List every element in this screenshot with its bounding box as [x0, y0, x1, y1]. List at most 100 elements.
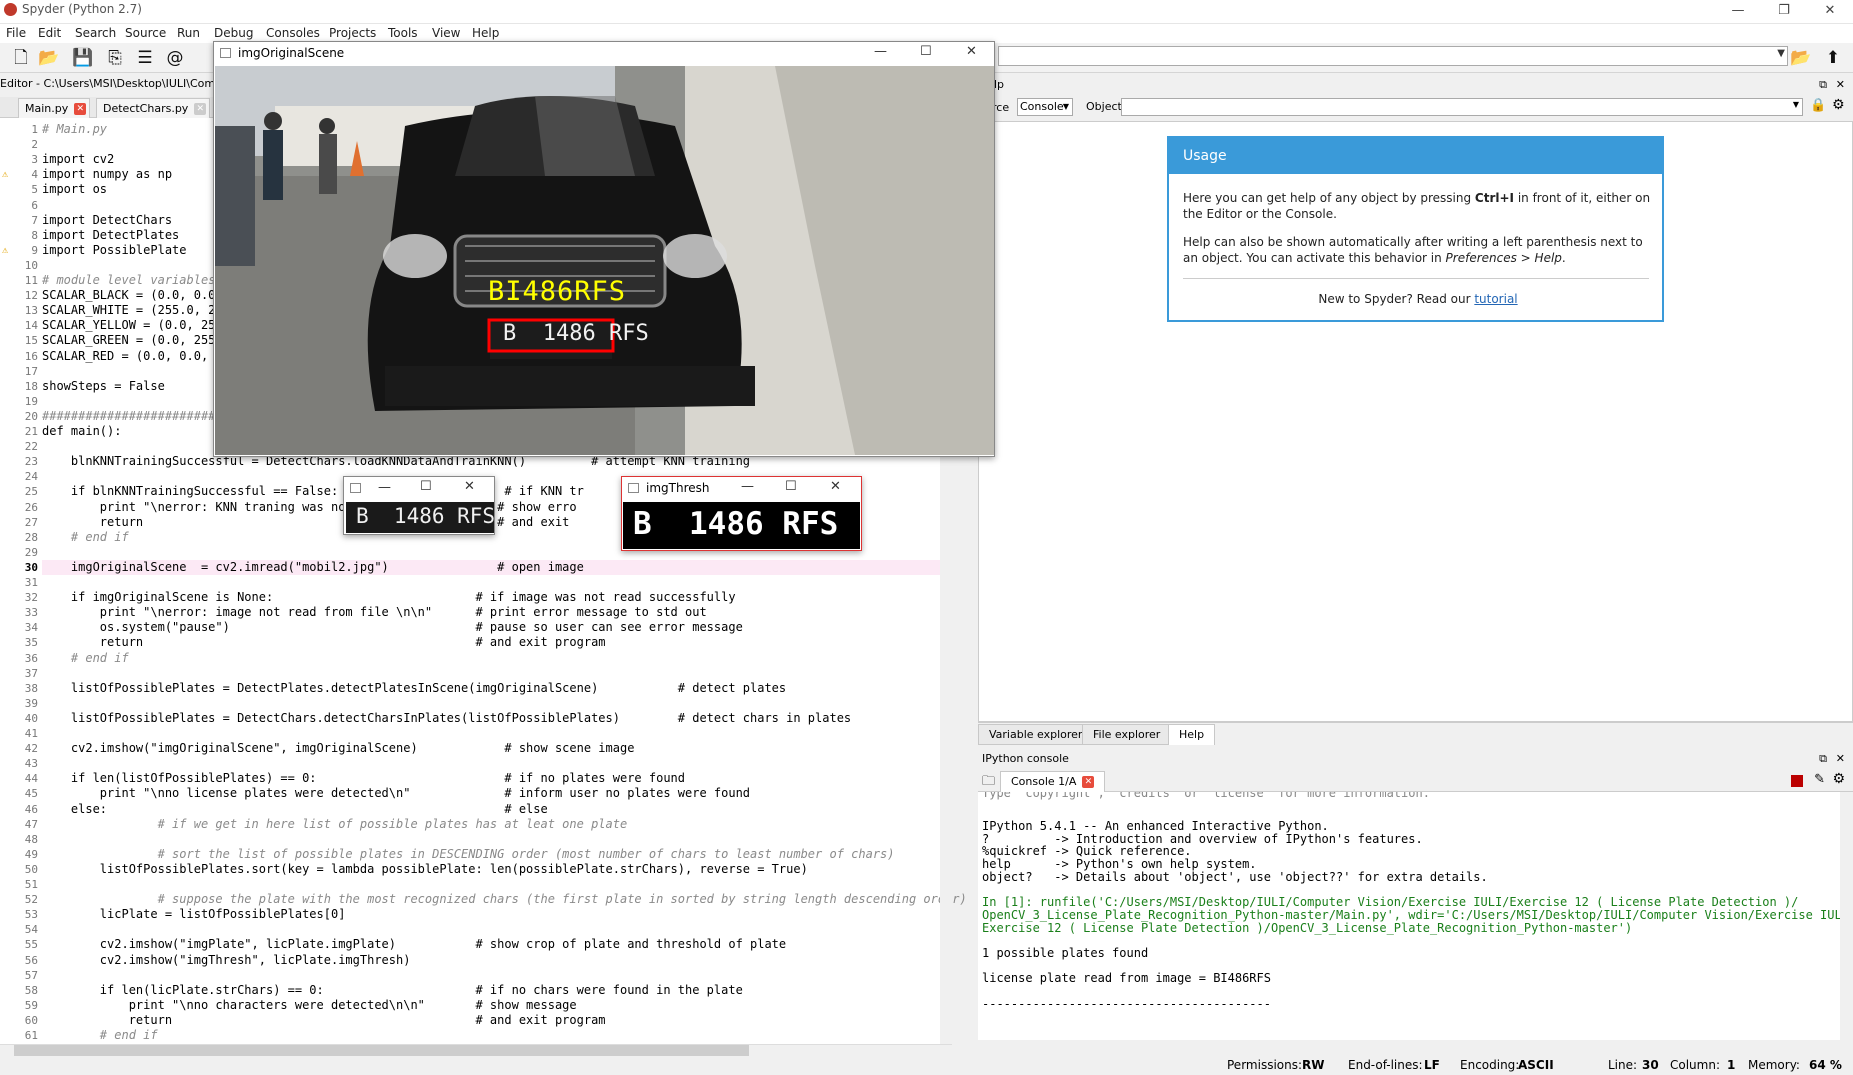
code-line: import numpy as np: [42, 167, 173, 182]
code-line: if blnKNNTrainingSuccessful == False: # …: [42, 484, 584, 499]
code-line: import os: [42, 182, 108, 197]
tab-label: DetectChars.py: [103, 102, 189, 115]
thresh-image-text: B 1486 RFS: [633, 506, 839, 542]
close-button[interactable]: ✕: [464, 479, 475, 494]
line-number: 24: [24, 470, 38, 484]
code-line: ###########################: [42, 408, 238, 423]
line-number: 53: [24, 908, 38, 922]
menu-consoles[interactable]: Consoles: [266, 26, 320, 40]
at-icon[interactable]: @: [164, 47, 186, 69]
lock-icon[interactable]: 🔒: [1810, 98, 1826, 113]
line-number: 27: [24, 515, 38, 529]
maximize-button[interactable]: ☐: [420, 479, 432, 494]
close-button[interactable]: ✕: [966, 44, 977, 59]
tab-file-explorer[interactable]: File explorer: [1082, 724, 1172, 745]
permissions-label: Permissions:: [1227, 1058, 1303, 1072]
gear-icon[interactable]: ⚙: [1832, 97, 1845, 113]
menu-debug[interactable]: Debug: [214, 26, 253, 40]
code-line: def main():: [42, 424, 122, 438]
console-pane-title: IPython console ⧉ ✕: [978, 750, 1853, 767]
folder-icon[interactable]: 🗀: [982, 772, 995, 794]
line-number: 32: [24, 591, 38, 605]
close-pane-icon[interactable]: ✕: [1836, 78, 1845, 91]
list-icon[interactable]: ☰: [134, 47, 156, 69]
window-title: imgThresh: [646, 481, 710, 495]
usage-title: Usage: [1169, 138, 1662, 174]
close-pane-icon[interactable]: ✕: [1836, 750, 1845, 767]
menu-search[interactable]: Search: [75, 26, 116, 40]
menu-projects[interactable]: Projects: [329, 26, 376, 40]
close-button[interactable]: ✕: [1807, 0, 1853, 24]
scrollbar-thumb[interactable]: [14, 1045, 749, 1056]
save-icon[interactable]: 💾: [72, 47, 94, 69]
minimize-button[interactable]: —: [874, 44, 887, 59]
minimize-button[interactable]: —: [1715, 0, 1761, 24]
close-tab-icon[interactable]: ✕: [194, 103, 207, 115]
gear-icon[interactable]: ⚙: [1832, 771, 1845, 787]
editor-pane-title: Editor - C:\Users\MSI\Desktop\IULI\Compu…: [0, 77, 213, 90]
console-scrollbar[interactable]: [1840, 792, 1853, 1040]
window-title-bar: — ☐ ✕: [344, 477, 494, 501]
source-select[interactable]: Console ▼: [1017, 98, 1073, 116]
line-number: 20: [24, 409, 38, 423]
ipython-console[interactable]: Type "copyright", "credits" or "license"…: [978, 792, 1840, 1040]
working-directory-combo[interactable]: ▼: [998, 46, 1788, 66]
warning-icon[interactable]: ⚠: [2, 167, 8, 182]
save-all-icon[interactable]: ⎘: [104, 47, 126, 69]
menu-run[interactable]: Run: [177, 26, 200, 40]
line-number: 21: [24, 425, 38, 438]
line-number: 59: [24, 998, 38, 1012]
code-line: SCALAR_BLACK = (0.0, 0.0,: [42, 288, 223, 303]
object-input[interactable]: ▼: [1121, 98, 1803, 116]
tutorial-link[interactable]: tutorial: [1474, 292, 1517, 306]
minimize-button[interactable]: —: [741, 479, 754, 494]
tab-main-py[interactable]: Main.py ✕: [18, 98, 90, 118]
console-cut-line: Type "copyright", "credits" or "license"…: [982, 792, 1430, 800]
permissions-value: RW: [1302, 1058, 1325, 1072]
eraser-icon[interactable]: ✎: [1814, 772, 1825, 787]
minimize-button[interactable]: —: [378, 480, 391, 495]
console-line: ----------------------------------------: [982, 996, 1271, 1011]
menu-edit[interactable]: Edit: [38, 26, 61, 40]
thresh-image: B 1486 RFS: [623, 502, 860, 549]
memory-label: Memory:: [1748, 1058, 1800, 1072]
img-thresh-window[interactable]: imgThresh — ☐ ✕ B 1486 RFS: [621, 476, 862, 551]
undock-icon[interactable]: ⧉: [1819, 78, 1827, 92]
img-original-scene-window[interactable]: imgOriginalScene — ☐ ✕ BI486RFS B 1486 R…: [213, 41, 995, 457]
close-tab-icon[interactable]: ✕: [1082, 776, 1095, 788]
close-button[interactable]: ✕: [830, 479, 841, 494]
open-file-icon[interactable]: 📂: [38, 47, 60, 69]
console-tab-label: Console 1/A: [1011, 775, 1077, 788]
code-line: imgOriginalScene = cv2.imread("mobil2.jp…: [42, 559, 584, 574]
warning-icon[interactable]: ⚠: [2, 243, 8, 258]
menu-tools[interactable]: Tools: [388, 26, 418, 40]
code-line: licPlate = listOfPossiblePlates[0]: [42, 907, 346, 922]
line-number: 55: [24, 938, 38, 952]
maximize-button[interactable]: ❐: [1761, 0, 1807, 24]
tab-console-1a[interactable]: Console 1/A ✕: [1000, 771, 1106, 792]
browse-folder-icon[interactable]: 📂: [1790, 47, 1812, 69]
menu-view[interactable]: View: [432, 26, 460, 40]
menu-help[interactable]: Help: [472, 26, 499, 40]
memory-value: 64 %: [1809, 1058, 1842, 1072]
line-number: 52: [24, 893, 38, 907]
code-line: cv2.imshow("imgThresh", licPlate.imgThre…: [42, 952, 411, 967]
tab-help[interactable]: Help: [1168, 724, 1216, 745]
menu-source[interactable]: Source: [125, 26, 166, 40]
stop-icon[interactable]: [1791, 775, 1803, 787]
maximize-button[interactable]: ☐: [920, 44, 932, 59]
undock-icon[interactable]: ⧉: [1819, 750, 1827, 767]
new-file-icon[interactable]: 🗋: [10, 47, 32, 69]
code-line: os.system("pause") # pause so user can s…: [42, 620, 743, 635]
parent-dir-icon[interactable]: ⬆: [1822, 47, 1844, 69]
code-line: else: # else: [42, 801, 548, 816]
close-tab-icon[interactable]: ✕: [74, 103, 87, 115]
tab-variable-explorer[interactable]: Variable explorer: [978, 724, 1094, 745]
code-line: SCALAR_YELLOW = (0.0, 255: [42, 318, 223, 333]
code-line: import cv2: [42, 152, 115, 167]
img-plate-window[interactable]: — ☐ ✕ B 1486 RFS: [343, 476, 495, 535]
code-line: print "\nno license plates were detected…: [42, 786, 751, 801]
tab-detectchars-py[interactable]: DetectChars.py ✕: [96, 98, 210, 118]
menu-file[interactable]: File: [6, 26, 26, 40]
maximize-button[interactable]: ☐: [785, 479, 797, 494]
